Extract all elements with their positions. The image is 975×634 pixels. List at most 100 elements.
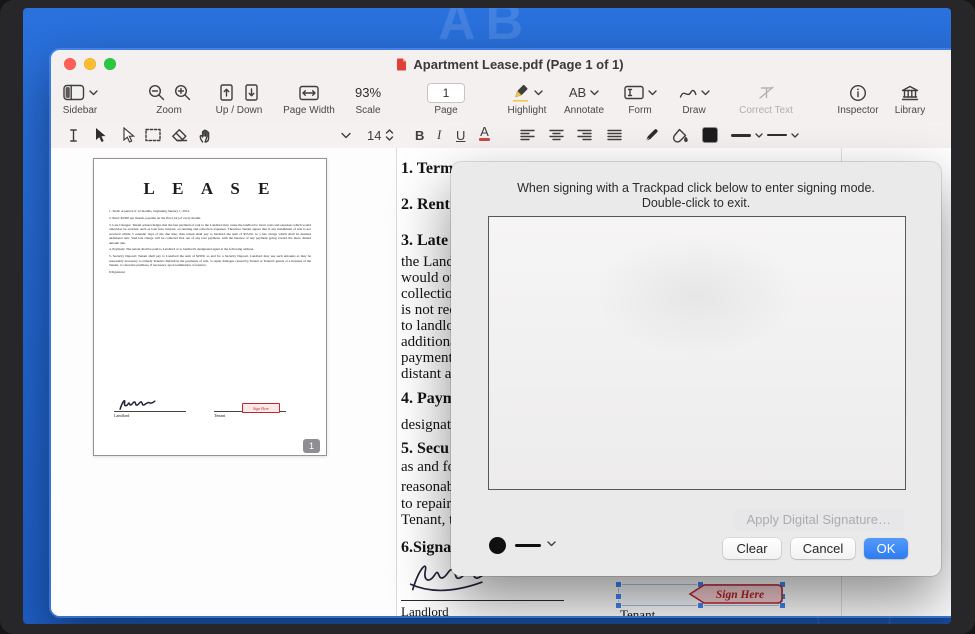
- stroke-color-well[interactable]: [702, 126, 718, 144]
- align-justify-button[interactable]: [607, 126, 622, 144]
- chevron-down-icon: [89, 90, 98, 96]
- toolbar-correct-text[interactable]: Correct Text: [718, 82, 814, 116]
- sidebar-icon: [63, 84, 85, 101]
- apply-digital-signature-button[interactable]: Apply Digital Signature…: [733, 509, 904, 531]
- doc-line: 1. Term: [401, 160, 453, 178]
- form-field-icon: [624, 85, 644, 100]
- pdf-doc-icon: [396, 58, 407, 71]
- marquee-select-tool[interactable]: [145, 126, 161, 144]
- select-tool[interactable]: [93, 126, 107, 144]
- landlord-signature-line: [401, 600, 564, 601]
- cursor-arrow-filled-icon: [93, 127, 107, 143]
- zoom-in-icon[interactable]: [174, 84, 191, 101]
- thumb-lease-title: L E A S E: [94, 179, 326, 199]
- bold-button[interactable]: B: [415, 126, 424, 144]
- toolbar-correct-text-label: Correct Text: [739, 105, 793, 116]
- titlebar[interactable]: Apartment Lease.pdf (Page 1 of 1): [51, 50, 951, 78]
- thumb-tenant-label: Tenant: [214, 413, 286, 418]
- line-style-sample: [767, 134, 787, 136]
- dialog-instruction-2: Double-click to exit.: [451, 196, 941, 210]
- chevron-down-icon: [701, 90, 710, 96]
- thumb-paragraph: 1. Term: A period of 12 months, beginnin…: [109, 209, 311, 213]
- page-number-field[interactable]: 1: [427, 83, 465, 103]
- cursor-arrow-outline-icon: [121, 127, 135, 143]
- line-weight-dropdown[interactable]: [731, 126, 763, 144]
- paint-bucket-icon: [672, 128, 689, 143]
- chevron-down-icon: [755, 133, 763, 138]
- ink-color-well[interactable]: [489, 537, 506, 554]
- thumb-tenant-signature: Sign Here Tenant: [214, 397, 286, 418]
- font-size-value[interactable]: 14: [367, 128, 381, 143]
- toolbar-sidebar[interactable]: Sidebar: [51, 82, 128, 116]
- align-center-button[interactable]: [549, 126, 564, 144]
- italic-button[interactable]: I: [437, 126, 441, 144]
- thumb-page-badge: 1: [303, 439, 320, 453]
- align-right-icon: [577, 129, 592, 141]
- eraser-tool[interactable]: [171, 126, 188, 144]
- toolbar-library-label: Library: [895, 105, 926, 116]
- toolbar-draw-label: Draw: [682, 105, 705, 116]
- toolbar-zoom-label: Zoom: [156, 105, 182, 116]
- stepper-icon[interactable]: [385, 128, 394, 142]
- draw-scribble-icon: [679, 86, 697, 100]
- hand-pan-tool[interactable]: [198, 126, 212, 144]
- chevron-down-icon: [791, 133, 799, 138]
- stroke-width-sample[interactable]: [515, 544, 541, 547]
- clear-button[interactable]: Clear: [723, 538, 781, 559]
- scale-value[interactable]: 93%: [355, 85, 381, 100]
- field-handle[interactable]: [615, 593, 622, 600]
- dialog-instruction-1: When signing with a Trackpad click below…: [451, 181, 941, 195]
- overflow-chevrons-icon[interactable]: »: [950, 84, 951, 101]
- align-left-button[interactable]: [520, 126, 535, 144]
- zoom-out-icon[interactable]: [148, 84, 165, 101]
- page-down-icon[interactable]: [245, 84, 258, 101]
- pdf-editor-window: Apartment Lease.pdf (Page 1 of 1): [51, 50, 951, 616]
- align-justify-icon: [607, 129, 622, 141]
- thumb-landlord-signature: Landlord: [114, 397, 186, 418]
- wallpaper-blueprint-text: AB: [438, 8, 533, 52]
- color-swatch-black: [702, 127, 718, 143]
- align-right-button[interactable]: [577, 126, 592, 144]
- tool-options-dropdown[interactable]: [341, 126, 351, 144]
- trackpad-signing-dialog: When signing with a Trackpad click below…: [451, 162, 941, 576]
- toolbar-scale-label: Scale: [355, 105, 380, 116]
- stroke-width-chevron-icon[interactable]: [547, 541, 556, 547]
- ok-button[interactable]: OK: [864, 538, 908, 559]
- toolbar-page-label: Page: [434, 105, 457, 116]
- font-color-swatch: [479, 138, 490, 141]
- doc-line: payment,: [401, 350, 456, 367]
- thumb-sign-here-flag: Sign Here: [242, 403, 280, 413]
- signature-canvas[interactable]: [488, 216, 906, 490]
- page-width-icon: [299, 85, 319, 101]
- font-color-button[interactable]: A: [479, 126, 490, 144]
- sign-here-flag[interactable]: Sign Here: [687, 581, 785, 607]
- doc-line: 4. Paym: [401, 390, 456, 408]
- toolbar-overflow[interactable]: »: [907, 82, 951, 103]
- fill-tool[interactable]: [672, 126, 689, 144]
- underline-button[interactable]: U: [456, 126, 465, 144]
- toolbar-sidebar-label: Sidebar: [63, 105, 97, 116]
- page-up-icon[interactable]: [220, 84, 233, 101]
- select-outline-tool[interactable]: [121, 126, 135, 144]
- correct-text-icon: [758, 85, 775, 100]
- sign-here-text: Sign Here: [716, 589, 764, 601]
- text-cursor-tool[interactable]: [67, 126, 80, 144]
- thumb-paragraph: 6.Signature:: [109, 270, 311, 274]
- main-toolbar: Sidebar Zoom: [51, 78, 951, 122]
- dashed-rect-icon: [145, 128, 161, 142]
- page-thumbnail[interactable]: L E A S E 1. Term: A period of 12 months…: [93, 158, 327, 456]
- align-center-icon: [549, 129, 564, 141]
- doc-line: 6.Signa: [401, 539, 451, 557]
- line-style-dropdown[interactable]: [767, 126, 799, 144]
- thumb-paragraph: 3. Late Charges: Tenant acknowledges tha…: [109, 223, 311, 245]
- thumbnail-sidebar: L E A S E 1. Term: A period of 12 months…: [51, 148, 397, 616]
- highlighter-icon: [511, 84, 530, 102]
- hand-icon: [198, 128, 212, 143]
- pen-tool[interactable]: [644, 126, 660, 144]
- window-title: Apartment Lease.pdf (Page 1 of 1): [413, 57, 623, 72]
- font-size-control[interactable]: 14: [367, 126, 394, 144]
- desktop-wallpaper: AB Apartment Lease.pd: [23, 8, 951, 624]
- field-handle[interactable]: [615, 581, 622, 588]
- cancel-button[interactable]: Cancel: [791, 538, 855, 559]
- line-weight-sample: [731, 134, 751, 137]
